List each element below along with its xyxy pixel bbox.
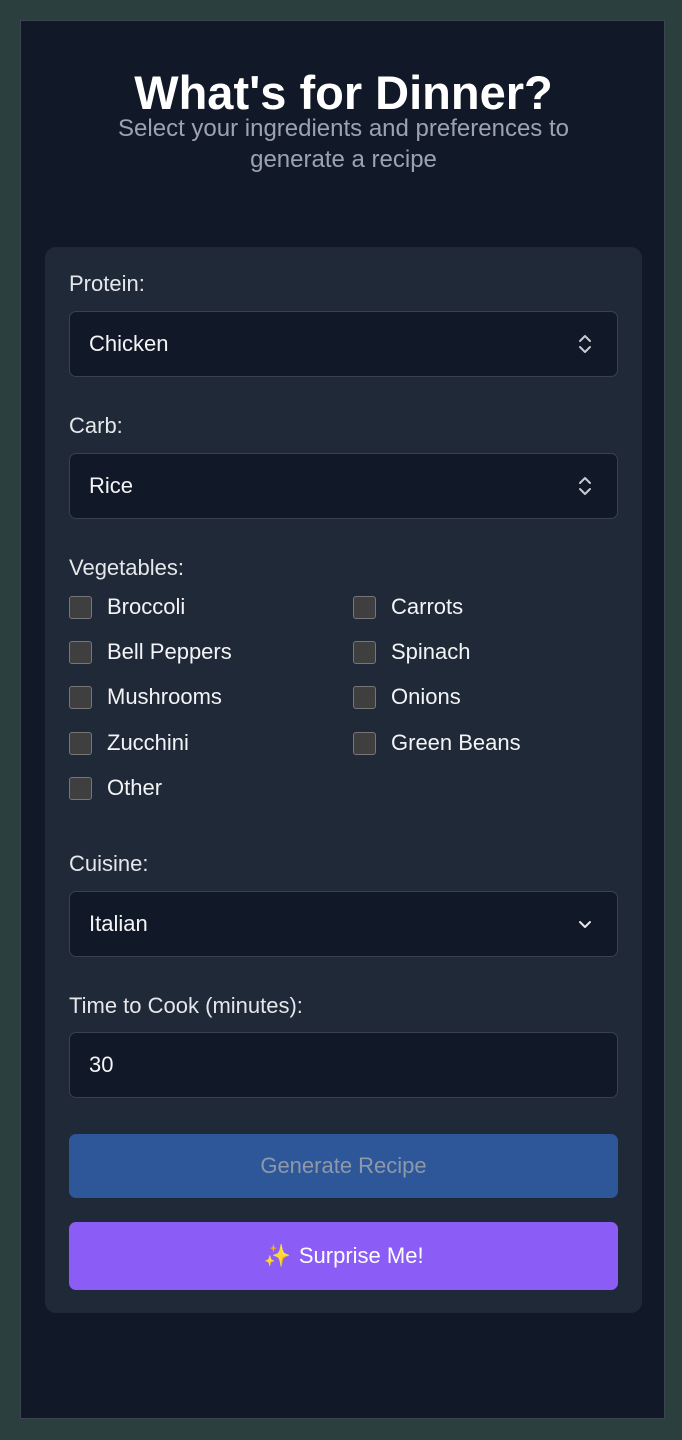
checkbox-label: Bell Peppers bbox=[107, 639, 232, 664]
carb-label: Carb: bbox=[69, 413, 123, 438]
carb-select[interactable]: Rice bbox=[69, 453, 618, 519]
checkbox-box[interactable] bbox=[353, 596, 376, 619]
checkbox-box[interactable] bbox=[69, 686, 92, 709]
time-input-value: 30 bbox=[89, 1052, 114, 1077]
time-input[interactable]: 30 bbox=[69, 1032, 618, 1098]
vegetable-checkbox-zucchini[interactable]: Zucchini bbox=[69, 729, 309, 759]
page-subtitle: Select your ingredients and preferences … bbox=[118, 115, 569, 173]
vegetable-checkbox-carrots[interactable]: Carrots bbox=[353, 593, 593, 623]
generate-recipe-button[interactable]: Generate Recipe bbox=[69, 1134, 618, 1198]
vegetable-checkbox-mushrooms[interactable]: Mushrooms bbox=[69, 683, 309, 713]
checkbox-label: Spinach bbox=[391, 639, 471, 664]
checkbox-box[interactable] bbox=[69, 641, 92, 664]
carb-select-value: Rice bbox=[89, 473, 134, 498]
checkbox-label: Carrots bbox=[391, 594, 464, 619]
checkbox-label: Mushrooms bbox=[107, 684, 222, 709]
up-down-chevron-icon bbox=[579, 335, 591, 353]
chevron-down-icon bbox=[579, 921, 591, 928]
checkbox-box[interactable] bbox=[353, 686, 376, 709]
vegetables-label: Vegetables: bbox=[69, 555, 184, 580]
cuisine-select-value: Italian bbox=[89, 911, 148, 936]
protein-select[interactable]: Chicken bbox=[69, 311, 618, 377]
checkbox-label: Zucchini bbox=[107, 730, 189, 755]
protein-label: Protein: bbox=[69, 271, 145, 296]
cuisine-select[interactable]: Italian bbox=[69, 891, 618, 957]
up-down-chevron-icon bbox=[579, 477, 591, 495]
vegetable-checkbox-bell-peppers[interactable]: Bell Peppers bbox=[69, 638, 309, 668]
protein-select-value: Chicken bbox=[89, 331, 169, 356]
sparkles-icon: ✨ bbox=[263, 1243, 291, 1268]
vegetable-checkbox-broccoli[interactable]: Broccoli bbox=[69, 593, 309, 623]
surprise-me-button[interactable]: ✨ Surprise Me! bbox=[69, 1222, 618, 1290]
cuisine-label: Cuisine: bbox=[69, 851, 149, 876]
checkbox-label: Onions bbox=[391, 684, 461, 709]
checkbox-label: Broccoli bbox=[107, 594, 186, 619]
checkbox-box[interactable] bbox=[353, 641, 376, 664]
checkbox-box[interactable] bbox=[69, 777, 92, 800]
checkbox-box[interactable] bbox=[353, 732, 376, 755]
app-window: What's for Dinner? Select your ingredien… bbox=[20, 20, 665, 1419]
vegetable-checkbox-green-beans[interactable]: Green Beans bbox=[353, 729, 593, 759]
vegetable-checkbox-spinach[interactable]: Spinach bbox=[353, 638, 593, 668]
time-label: Time to Cook (minutes): bbox=[69, 993, 303, 1018]
vegetable-checkbox-onions[interactable]: Onions bbox=[353, 683, 593, 713]
checkbox-box[interactable] bbox=[69, 596, 92, 619]
checkbox-label: Green Beans bbox=[391, 730, 521, 755]
recipe-form: Protein: Chicken Carb: Rice Vegetables: … bbox=[45, 247, 642, 1313]
surprise-me-label: Surprise Me! bbox=[298, 1243, 424, 1268]
page-title: What's for Dinner? bbox=[134, 66, 553, 119]
vegetable-checkbox-other[interactable]: Other bbox=[69, 774, 309, 804]
checkbox-label: Other bbox=[107, 775, 163, 800]
checkbox-box[interactable] bbox=[69, 732, 92, 755]
